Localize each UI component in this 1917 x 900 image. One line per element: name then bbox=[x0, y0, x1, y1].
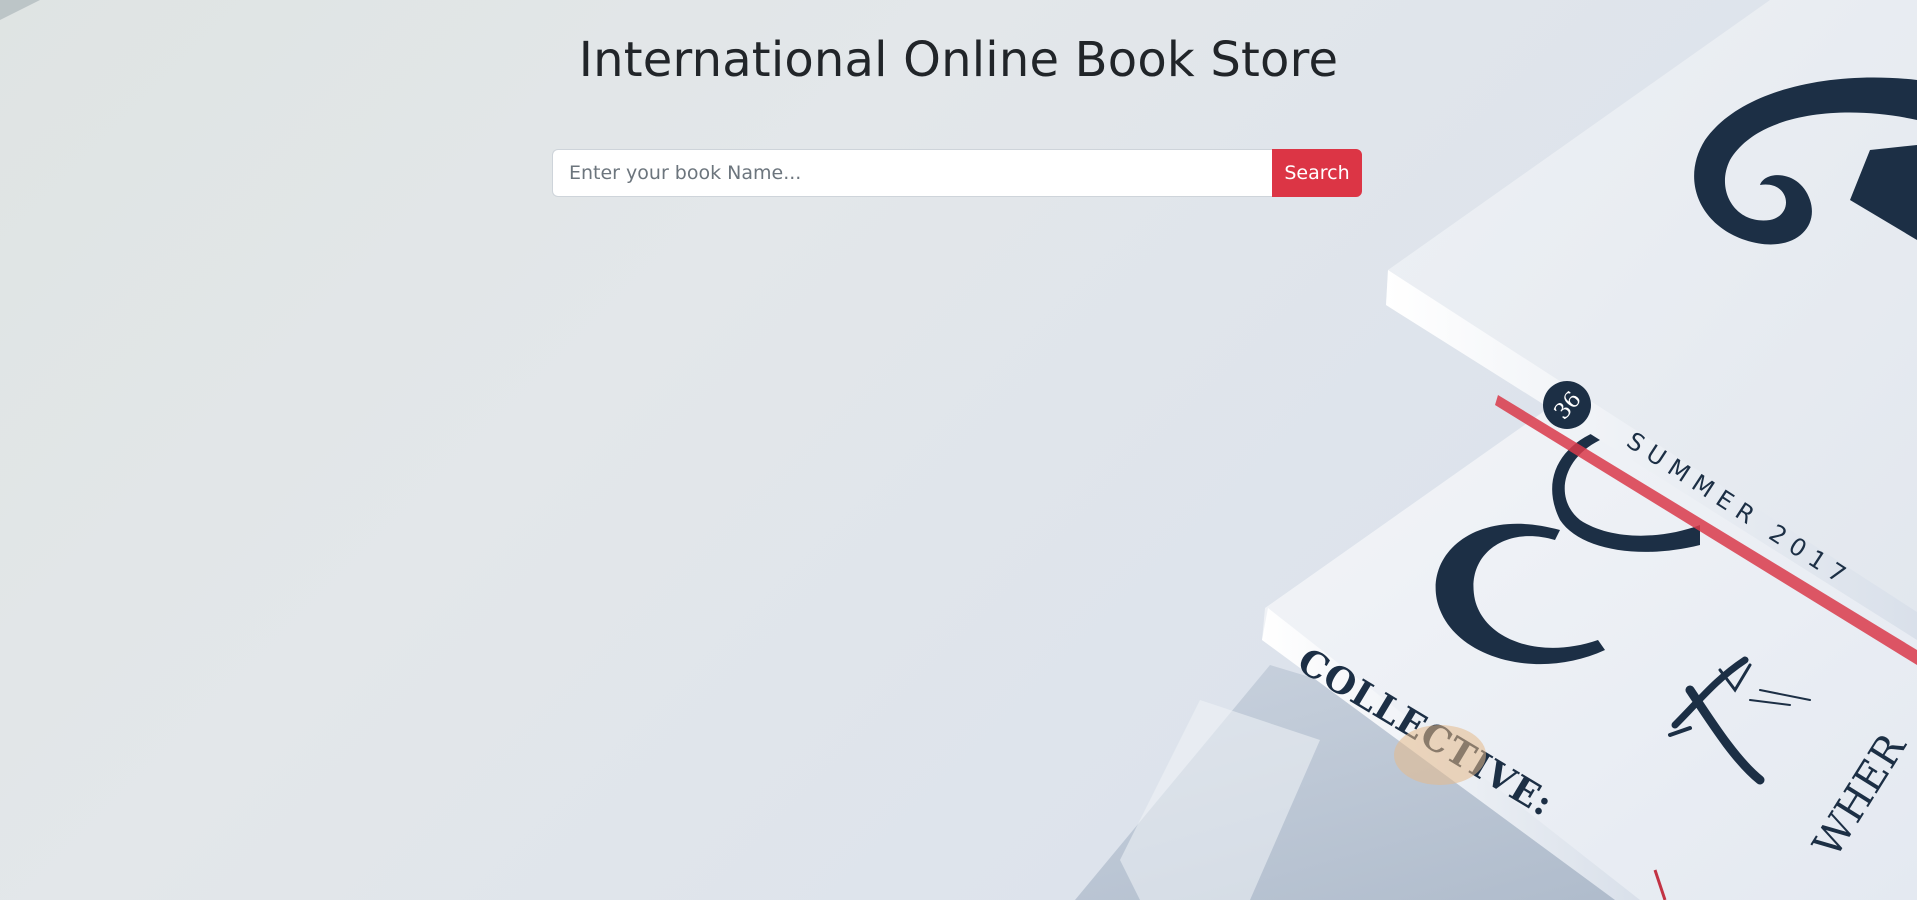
book-search-input[interactable] bbox=[552, 149, 1272, 197]
search-button[interactable]: Search bbox=[1272, 149, 1362, 197]
corner-shadow bbox=[0, 0, 40, 20]
search-form: Search bbox=[552, 149, 1362, 197]
background-photo: COLLECTIVE: WHER 36 SUMMER 2017 bbox=[0, 0, 1917, 900]
page-title: International Online Book Store bbox=[578, 32, 1339, 88]
